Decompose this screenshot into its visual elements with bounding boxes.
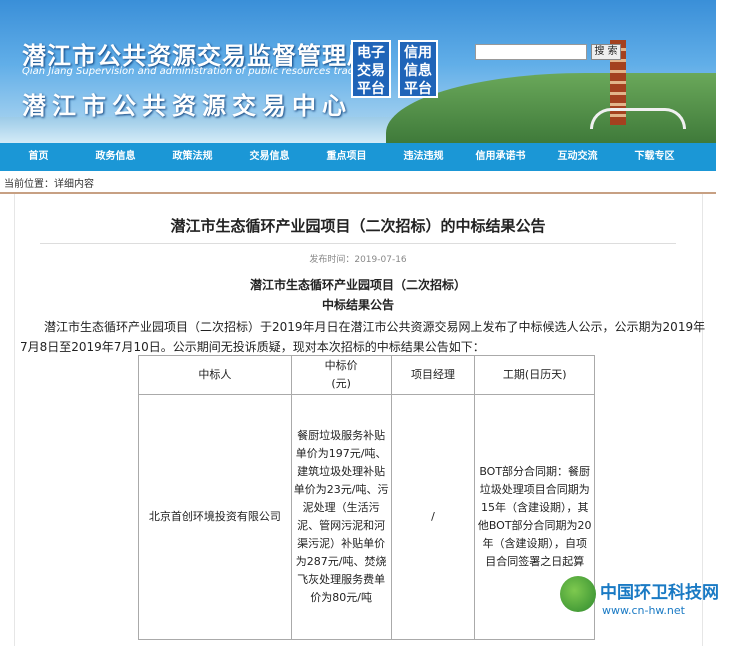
nav-credit-commitment[interactable]: 信用承诺书 xyxy=(462,143,539,171)
header-winner: 中标人 xyxy=(138,355,292,395)
header-banner: 潜江市公共资源交易监督管理局 Qian Jiang Supervision an… xyxy=(0,0,716,143)
breadcrumb: 当前位置：详细内容 xyxy=(4,179,94,190)
nav-key-projects[interactable]: 重点项目 xyxy=(308,143,385,171)
nav-home[interactable]: 首页 xyxy=(0,143,77,171)
header-price: 中标价 (元) xyxy=(290,355,392,395)
header-price-line1: 中标价 xyxy=(324,359,358,372)
nav-violations[interactable]: 违法违规 xyxy=(385,143,462,171)
nav-interaction[interactable]: 互动交流 xyxy=(539,143,616,171)
cell-manager: / xyxy=(390,394,476,640)
table-row: 北京首创环境投资有限公司 餐厨垃圾服务补贴单价为197元/吨、建筑垃圾处理补贴单… xyxy=(138,394,595,640)
search-button[interactable]: 搜 索 xyxy=(591,44,621,60)
search-input[interactable] xyxy=(475,44,587,60)
article-subtitle-notice: 中标结果公告 xyxy=(321,298,394,312)
site-subtitle: 潜江市公共资源交易中心 xyxy=(22,92,352,120)
divider xyxy=(0,192,716,194)
main-nav: 首页 政务信息 政策法规 交易信息 重点项目 违法违规 信用承诺书 互动交流 下… xyxy=(0,143,716,171)
table-header-row: 中标人 中标价 (元) 项目经理 工期(日历天) xyxy=(138,355,595,395)
result-table: 中标人 中标价 (元) 项目经理 工期(日历天) 北京首创环境投资有限公司 餐厨… xyxy=(138,355,595,640)
nav-trading-info[interactable]: 交易信息 xyxy=(231,143,308,171)
article-subtitle-project: 潜江市生态循环产业园项目（二次招标） xyxy=(249,278,466,292)
nav-government-info[interactable]: 政务信息 xyxy=(77,143,154,171)
site-title-en: Qian Jiang Supervision and administratio… xyxy=(22,66,370,77)
watermark-url: www.cn-hw.net xyxy=(602,604,685,617)
e-trading-platform-button[interactable]: 电子 交易 平台 xyxy=(351,40,391,98)
credit-info-platform-button[interactable]: 信用 信息 平台 xyxy=(398,40,438,98)
title-divider xyxy=(40,243,676,244)
cell-winner: 北京首创环境投资有限公司 xyxy=(138,394,292,640)
nav-policies[interactable]: 政策法规 xyxy=(154,143,231,171)
watermark-text: 中国环卫科技网 xyxy=(600,583,719,603)
bridge-icon xyxy=(590,108,686,129)
publish-date: 发布时间：2019-07-16 xyxy=(309,255,407,265)
article-title: 潜江市生态循环产业园项目（二次招标）的中标结果公告 xyxy=(170,217,546,235)
header-manager: 项目经理 xyxy=(390,355,476,395)
article-paragraph: 潜江市生态循环产业园项目（二次招标）于2019年月日在潜江市公共资源交易网上发布… xyxy=(20,320,706,354)
watermark-logo-icon xyxy=(560,576,596,612)
cell-price: 餐厨垃圾服务补贴单价为197元/吨、建筑垃圾处理补贴单价为23元/吨、污泥处理（… xyxy=(290,394,392,640)
header-price-line2: (元) xyxy=(331,377,351,390)
header-period: 工期(日历天) xyxy=(474,355,595,395)
nav-downloads[interactable]: 下载专区 xyxy=(616,143,693,171)
